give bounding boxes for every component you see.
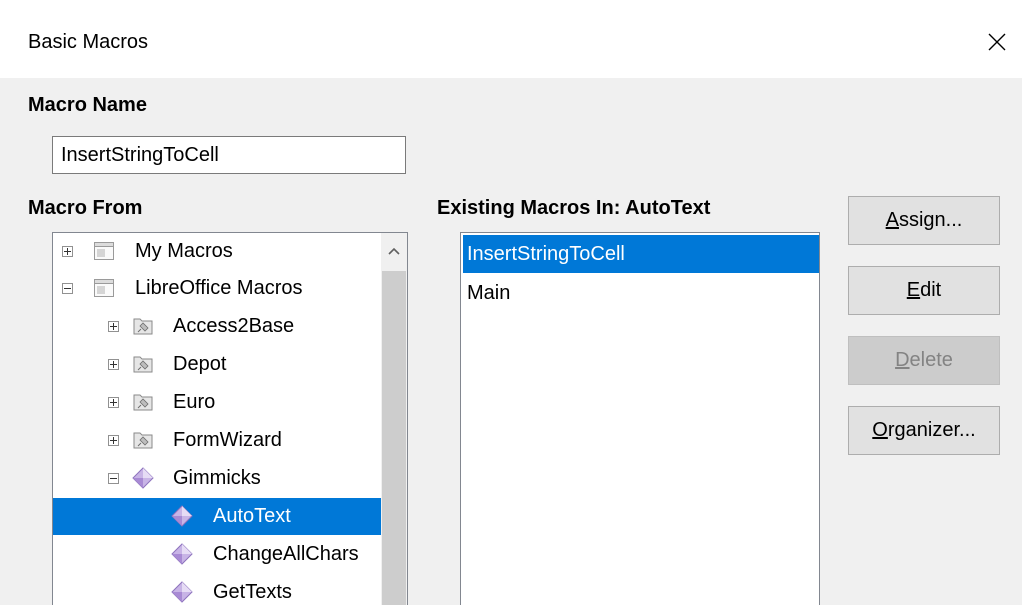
window-top-edge xyxy=(0,0,1022,8)
collapse-icon[interactable] xyxy=(62,283,73,294)
tree-item-gimmicks[interactable]: Gimmicks xyxy=(53,460,381,497)
basic-module-icon xyxy=(171,505,193,527)
collapse-icon[interactable] xyxy=(108,473,119,484)
macro-from-tree[interactable]: My Macros LibreOffice Macros Access2Base xyxy=(52,232,408,605)
macro-item-main[interactable]: Main xyxy=(463,274,819,312)
tree-item-my-macros[interactable]: My Macros xyxy=(53,233,381,270)
title-bar: Basic Macros xyxy=(0,0,1022,78)
close-button[interactable] xyxy=(975,22,1019,62)
organizer-label: rganizer... xyxy=(887,419,976,441)
basic-module-icon xyxy=(171,581,193,603)
existing-macros-label: Existing Macros In: AutoText xyxy=(437,197,711,219)
existing-macros-list[interactable]: InsertStringToCell Main xyxy=(460,232,820,605)
edit-label: dit xyxy=(920,279,942,301)
library-container-icon xyxy=(94,279,114,297)
tree-item-depot[interactable]: Depot xyxy=(53,346,381,383)
basic-library-icon xyxy=(133,394,153,411)
delete-label: elete xyxy=(909,349,953,371)
tree-scrollbar[interactable] xyxy=(381,233,407,605)
scroll-up-button[interactable] xyxy=(381,233,407,269)
tree-item-gettexts[interactable]: GetTexts xyxy=(53,574,381,605)
macro-from-label: Macro From xyxy=(28,197,143,219)
tree-item-access2base[interactable]: Access2Base xyxy=(53,308,381,345)
macro-name-label: Macro Name xyxy=(28,94,147,116)
tree-item-label: Depot xyxy=(173,353,227,375)
edit-mnemonic: E xyxy=(906,279,921,301)
tree-item-label: GetTexts xyxy=(213,581,292,603)
assign-button[interactable]: Assign... xyxy=(848,196,1000,245)
basic-module-icon xyxy=(171,543,193,565)
tree-item-libreoffice-macros[interactable]: LibreOffice Macros xyxy=(53,270,381,307)
expand-icon[interactable] xyxy=(62,246,73,257)
library-container-icon xyxy=(94,242,114,260)
assign-label: ssign... xyxy=(898,209,963,231)
basic-library-icon xyxy=(133,356,153,373)
tree-item-euro[interactable]: Euro xyxy=(53,384,381,421)
tree-item-label: LibreOffice Macros xyxy=(135,277,303,299)
edit-button[interactable]: Edit xyxy=(848,266,1000,315)
close-icon xyxy=(988,33,1006,51)
dialog-title: Basic Macros xyxy=(28,31,149,53)
chevron-up-icon xyxy=(388,247,400,255)
expand-icon[interactable] xyxy=(108,435,119,446)
basic-module-icon xyxy=(132,467,154,489)
organizer-mnemonic: O xyxy=(872,419,888,441)
tree-item-label: ChangeAllChars xyxy=(213,543,359,565)
tree-item-label: My Macros xyxy=(135,240,233,262)
expand-icon[interactable] xyxy=(108,321,119,332)
tree-item-autotext[interactable]: AutoText xyxy=(53,498,381,535)
macro-item-insertstringtocell[interactable]: InsertStringToCell xyxy=(463,235,819,273)
macro-name-input[interactable] xyxy=(52,136,406,174)
tree-item-label: FormWizard xyxy=(173,429,282,451)
organizer-button[interactable]: Organizer... xyxy=(848,406,1000,455)
assign-mnemonic: A xyxy=(885,209,899,231)
basic-macros-dialog: Basic Macros Macro Name Macro From Exist… xyxy=(0,0,1022,605)
basic-library-icon xyxy=(133,318,153,335)
tree-item-label: Euro xyxy=(173,391,216,413)
tree-item-label: Access2Base xyxy=(173,315,295,337)
expand-icon[interactable] xyxy=(108,359,119,370)
basic-library-icon xyxy=(133,432,153,449)
scroll-thumb[interactable] xyxy=(382,271,406,605)
expand-icon[interactable] xyxy=(108,397,119,408)
tree-item-changeallchars[interactable]: ChangeAllChars xyxy=(53,536,381,573)
tree-item-label: AutoText xyxy=(213,505,291,527)
delete-mnemonic: D xyxy=(895,349,910,371)
tree-item-label: Gimmicks xyxy=(173,467,261,489)
delete-button: Delete xyxy=(848,336,1000,385)
tree-item-formwizard[interactable]: FormWizard xyxy=(53,422,381,459)
